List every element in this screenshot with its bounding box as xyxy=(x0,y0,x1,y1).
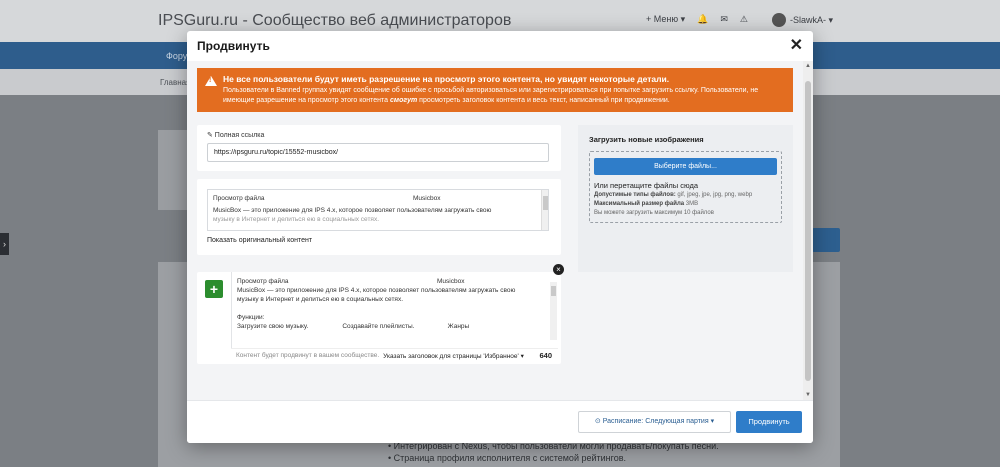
close-icon[interactable]: ✕ xyxy=(790,38,803,54)
scroll-down-icon[interactable]: ▼ xyxy=(805,392,811,398)
bell-icon[interactable]: 🔔 xyxy=(697,14,708,25)
warning-icon[interactable]: ⚠ xyxy=(740,14,748,25)
drag-hint: Или перетащите файлы сюда xyxy=(594,181,698,190)
menu-button[interactable]: + Меню ▾ xyxy=(646,14,685,25)
schedule-button[interactable]: ⊙ Расписание: Следующая партия ▾ xyxy=(578,411,731,433)
remove-icon[interactable]: × xyxy=(553,264,564,275)
function-1: Загрузите свою музыку. xyxy=(237,323,309,330)
original-line1: MusicBox — это приложение для IPS 4.x, к… xyxy=(213,207,492,214)
user-menu[interactable]: -SlawkA- ▾ xyxy=(772,13,833,27)
original-line2: музыку в Интернет и делиться ею в социал… xyxy=(213,216,379,223)
promo-text-editor[interactable]: Просмотр файла Musicbox MusicBox — это пр… xyxy=(231,272,558,352)
dialog-body: Не все пользователи будут иметь разрешен… xyxy=(187,61,803,400)
chevron-right-icon[interactable]: › xyxy=(0,233,9,255)
header-actions: + Меню ▾ 🔔 ✉ ⚠ xyxy=(646,14,748,25)
promo-note: Контент будет продвинут в вашем сообщест… xyxy=(236,352,380,359)
background-list: • Интегрирован с Nexus, чтобы пользовате… xyxy=(388,440,719,464)
background-button[interactable] xyxy=(812,228,840,252)
upload-dropzone[interactable]: Выберите файлы... Или перетащите файлы с… xyxy=(589,151,782,223)
featured-title-dropdown[interactable]: Указать заголовок для страницы 'Избранно… xyxy=(383,352,524,360)
site-title[interactable]: IPSGuru.ru - Сообщество веб администрато… xyxy=(158,12,511,30)
promo-footer: Контент будет продвинут в вашем сообщест… xyxy=(231,348,558,362)
dialog-title: Продвинуть xyxy=(197,39,270,53)
promo-col1: Просмотр файла xyxy=(237,278,289,285)
avatar xyxy=(772,13,786,27)
original-col1: Просмотр файла xyxy=(213,195,265,202)
link-panel: ✎ Полная ссылка xyxy=(197,125,561,171)
link-label: ✎ Полная ссылка xyxy=(207,132,265,139)
max-size: Максимальный размер файла 3MB xyxy=(594,201,699,207)
functions-label: Функции: xyxy=(237,314,265,321)
promo-text-panel: + Просмотр файла Musicbox MusicBox — это … xyxy=(197,264,564,364)
original-col2: Musicbox xyxy=(413,195,441,202)
list-item: • Страница профиля исполнителя с системо… xyxy=(388,453,626,463)
dialog-header: Продвинуть ✕ xyxy=(187,31,813,61)
allowed-types: Допустимые типы файлов: gif, jpeg, jpe, … xyxy=(594,192,753,198)
promote-button[interactable]: Продвинуть xyxy=(736,411,802,433)
original-content-panel: Просмотр файла Musicbox MusicBox — это пр… xyxy=(197,179,561,255)
char-count: 640 xyxy=(539,351,552,360)
username: -SlawkA- ▾ xyxy=(790,14,834,25)
add-icon[interactable]: + xyxy=(205,280,223,298)
permission-warning: Не все пользователи будут иметь разрешен… xyxy=(197,68,793,112)
max-files: Вы можете загрузить максимум 10 файлов xyxy=(594,210,714,216)
promo-scrollbar[interactable] xyxy=(550,282,557,340)
dialog-scrollbar[interactable]: ▲ ▼ xyxy=(803,61,813,400)
promo-line1: MusicBox — это приложение для IPS 4.x, к… xyxy=(237,287,516,294)
original-content-box[interactable]: Просмотр файла Musicbox MusicBox — это пр… xyxy=(207,189,549,231)
dialog-footer: ⊙ Расписание: Следующая партия ▾ Продвин… xyxy=(187,400,813,443)
upload-panel: Загрузить новые изображения Выберите фай… xyxy=(578,125,793,272)
scroll-thumb[interactable] xyxy=(805,81,811,381)
mail-icon[interactable]: ✉ xyxy=(720,14,728,25)
show-original-link[interactable]: Показать оригинальный контент xyxy=(207,237,551,244)
warning-icon xyxy=(205,76,217,86)
choose-files-button[interactable]: Выберите файлы... xyxy=(594,158,777,175)
function-2: Создавайте плейлисты. xyxy=(342,323,415,330)
link-field[interactable] xyxy=(207,143,549,162)
scroll-up-icon[interactable]: ▲ xyxy=(805,63,811,69)
warning-title: Не все пользователи будут иметь разрешен… xyxy=(223,74,670,84)
warning-text: Пользователи в Banned группах увидят соо… xyxy=(223,87,759,104)
breadcrumb[interactable]: Главная xyxy=(160,78,190,87)
upload-title: Загрузить новые изображения xyxy=(589,135,704,144)
original-scrollbar[interactable] xyxy=(541,190,548,230)
promote-dialog: Продвинуть ✕ Не все пользователи будут и… xyxy=(187,31,813,443)
function-3: Жанры xyxy=(447,323,470,330)
promo-col2: Musicbox xyxy=(437,278,465,285)
promo-line2: музыку в Интернет и делиться ею в социал… xyxy=(237,296,403,303)
